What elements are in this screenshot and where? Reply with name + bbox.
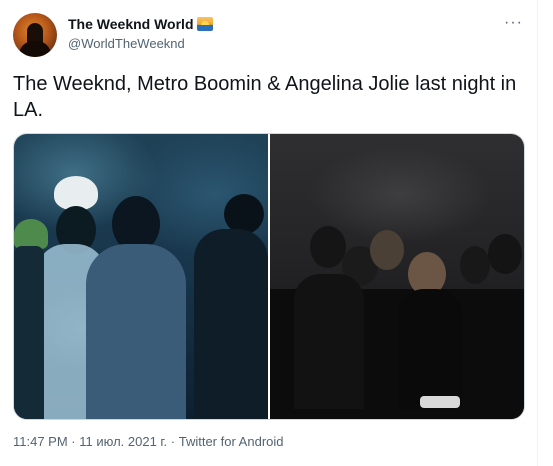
cap-right: [224, 194, 264, 234]
avatar-shoulders: [19, 41, 51, 57]
left-figure: [14, 246, 44, 419]
display-name[interactable]: The Weeknd World: [68, 16, 213, 32]
sneakers: [420, 396, 460, 408]
media-grid: [13, 133, 525, 420]
tweet-card: The Weeknd World @WorldTheWeeknd ··· The…: [0, 0, 538, 466]
more-dots-icon[interactable]: ···: [504, 14, 523, 32]
user-handle[interactable]: @WorldTheWeeknd: [68, 36, 185, 51]
photo-crowd-blue[interactable]: [14, 134, 268, 419]
timestamp[interactable]: 11:47 PM · 11 июл. 2021 г. · Twitter for…: [13, 434, 284, 449]
green-hat: [14, 219, 48, 249]
tweet-text: The Weeknd, Metro Boomin & Angelina Joli…: [13, 73, 517, 121]
black-dress: [398, 289, 462, 409]
white-cap: [54, 176, 98, 210]
denim-jacket: [86, 244, 186, 419]
seated-left: [294, 274, 364, 409]
sunrise-emoji-icon: [196, 17, 213, 31]
photo-seated-audience[interactable]: [270, 134, 524, 419]
avatar[interactable]: [13, 13, 57, 57]
head-1: [310, 226, 346, 268]
display-name-text: The Weeknd World: [68, 16, 194, 32]
right-figure: [194, 229, 268, 419]
head-5: [488, 234, 522, 274]
head-4: [460, 246, 490, 284]
head-3: [370, 230, 404, 270]
